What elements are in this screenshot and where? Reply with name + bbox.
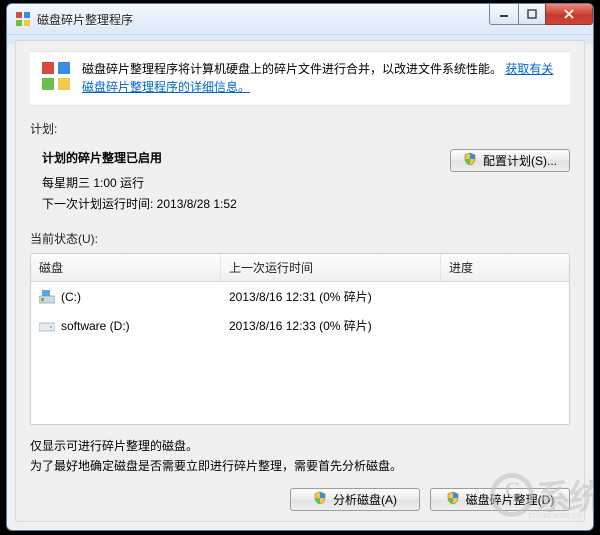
configure-schedule-button[interactable]: 配置计划(S)...: [450, 149, 570, 172]
disk-last-run: 2013/8/16 12:33 (0% 碎片): [221, 317, 441, 334]
disk-name: software (D:): [61, 319, 130, 333]
disk-name: (C:): [61, 290, 81, 304]
close-button[interactable]: [545, 4, 593, 25]
titlebar: 磁盘碎片整理程序: [7, 4, 593, 35]
minimize-button[interactable]: [489, 4, 519, 25]
action-buttons: 分析磁盘(A) 磁盘碎片整理(D): [30, 488, 570, 511]
table-header: 磁盘 上一次运行时间 进度: [31, 254, 569, 282]
shield-icon: [446, 491, 460, 508]
watermark-sub: xr/oucieno.co: [527, 510, 582, 521]
configure-schedule-label: 配置计划(S)...: [483, 152, 557, 169]
col-disk[interactable]: 磁盘: [31, 254, 221, 281]
analyze-disk-label: 分析磁盘(A): [333, 491, 397, 508]
shield-icon: [463, 152, 477, 169]
info-text-wrap: 磁盘碎片整理程序将计算机硬盘上的碎片文件进行合并，以改进文件系统性能。 获取有关…: [82, 60, 560, 96]
watermark: C 系统 xr/oucieno.co: [490, 470, 594, 519]
analyze-disk-button[interactable]: 分析磁盘(A): [290, 488, 420, 511]
content-area: 磁盘碎片整理程序将计算机硬盘上的碎片文件进行合并，以改进文件系统性能。 获取有关…: [15, 40, 585, 522]
info-banner: 磁盘碎片整理程序将计算机硬盘上的碎片文件进行合并，以改进文件系统性能。 获取有关…: [30, 51, 570, 106]
schedule-text: 计划的碎片整理已启用 每星期三 1:00 运行 下一次计划运行时间: 2013/…: [42, 149, 450, 216]
window: 磁盘碎片整理程序: [6, 3, 594, 531]
shield-icon: [313, 491, 327, 508]
info-text: 磁盘碎片整理程序将计算机硬盘上的碎片文件进行合并，以改进文件系统性能。: [82, 62, 502, 76]
schedule-heading: 计划的碎片整理已启用: [42, 149, 450, 166]
window-controls: [490, 4, 593, 34]
close-icon: [563, 9, 575, 19]
os-drive-icon: [39, 290, 55, 304]
status-section-label: 当前状态(U):: [30, 230, 570, 247]
schedule-section-label: 计划:: [30, 120, 570, 137]
col-last-run[interactable]: 上一次运行时间: [221, 254, 441, 281]
defrag-info-icon: [40, 60, 72, 97]
note-line-1: 仅显示可进行碎片整理的磁盘。: [30, 437, 570, 454]
col-progress[interactable]: 进度: [441, 254, 569, 281]
window-title: 磁盘碎片整理程序: [37, 11, 490, 28]
schedule-line-frequency: 每星期三 1:00 运行: [42, 174, 450, 191]
defrag-app-icon: [15, 11, 31, 27]
note-line-2: 为了最好地确定磁盘是否需要立即进行碎片整理，需要首先分析磁盘。: [30, 457, 570, 474]
table-row[interactable]: software (D:) 2013/8/16 12:33 (0% 碎片): [31, 311, 569, 340]
maximize-button[interactable]: [518, 4, 546, 25]
disk-last-run: 2013/8/16 12:31 (0% 碎片): [221, 288, 441, 305]
maximize-icon: [527, 9, 537, 19]
disk-table: 磁盘 上一次运行时间 进度 (C:) 2013/8/16 12:31 (0% 碎…: [30, 253, 570, 425]
table-row[interactable]: (C:) 2013/8/16 12:31 (0% 碎片): [31, 282, 569, 311]
minimize-icon: [499, 9, 509, 19]
schedule-line-next: 下一次计划运行时间: 2013/8/28 1:52: [42, 195, 450, 212]
schedule-block: 计划的碎片整理已启用 每星期三 1:00 运行 下一次计划运行时间: 2013/…: [30, 143, 570, 216]
drive-icon: [39, 319, 55, 333]
